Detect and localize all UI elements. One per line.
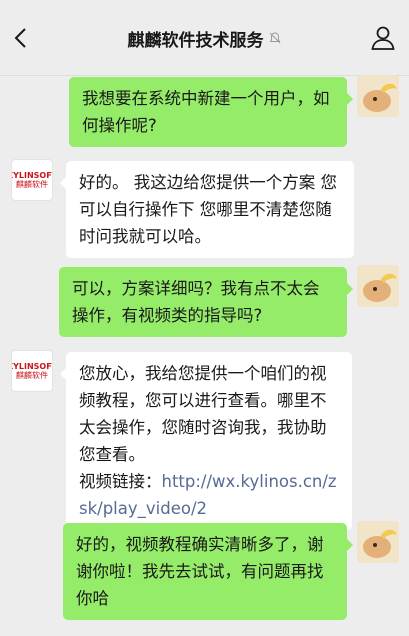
link-prefix: 视频链接： — [79, 472, 162, 491]
service-avatar[interactable]: KYLINSOFT 麒麟软件 — [11, 350, 53, 392]
message-bubble: 好的，视频教程确实清晰多了，谢谢你啦！我先去试试，有问题再找你哈 — [63, 523, 353, 620]
kylinsoft-logo: KYLINSOFT 麒麟软件 — [12, 361, 52, 380]
user-avatar[interactable] — [357, 265, 399, 307]
chat-header: 麒麟软件技术服务 — [0, 0, 409, 76]
service-avatar[interactable]: KYLINSOFT 麒麟软件 — [11, 159, 53, 201]
person-icon — [371, 26, 395, 50]
user-avatar[interactable] — [357, 521, 399, 563]
user-avatar-image — [357, 75, 399, 117]
message-bubble: 可以，方案详细吗？我有点不太会操作，有视频类的指导吗? — [59, 267, 353, 337]
user-avatar-image — [357, 521, 399, 563]
profile-button[interactable] — [369, 24, 397, 52]
message-bubble: 我想要在系统中新建一个用户，如何操作呢? — [69, 77, 353, 147]
bell-off-icon — [269, 32, 280, 44]
user-avatar-image — [357, 265, 399, 307]
chat-title: 麒麟软件技术服务 — [127, 30, 264, 51]
message-bubble: 您放心，我给您提供一个咱们的视频教程，您可以进行查看。哪里不太会操作，您随时咨询… — [60, 352, 352, 530]
title-wrap: 麒麟软件技术服务 — [0, 24, 409, 52]
message-text: 您放心，我给您提供一个咱们的视频教程，您可以进行查看。哪里不太会操作，您随时咨询… — [79, 364, 327, 464]
message-bubble: 好的。 我这边给您提供一个方案 您可以自行操作下 您哪里不清楚您随时问我就可以哈… — [60, 161, 354, 258]
kylinsoft-logo: KYLINSOFT 麒麟软件 — [12, 170, 52, 189]
user-avatar[interactable] — [357, 75, 399, 117]
